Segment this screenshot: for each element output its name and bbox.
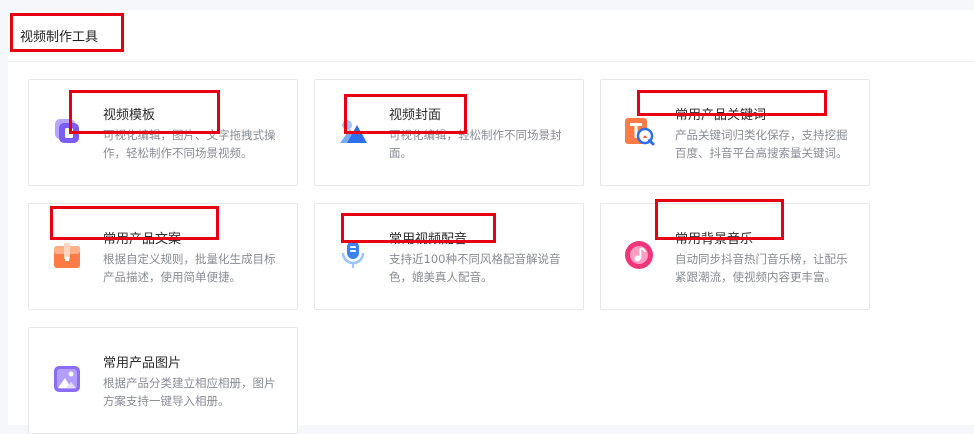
keyword-icon [625,118,655,146]
tool-title: 视频封面 [389,108,442,123]
video-cover-icon [340,120,367,143]
tool-title: 视频模板 [103,108,156,123]
tool-desc: 根据自定义规则，批量化生成目标产品描述，使用简单便捷。 [103,252,276,284]
tool-card-video-voiceover[interactable]: 常用视频配音 支持近100种不同风格配音解说音色，媲美真人配音。 [314,203,584,310]
microphone-icon [341,241,365,268]
tool-title: 常用产品图片 [103,356,182,371]
tool-card-product-keywords[interactable]: 常用产品关键词 产品关键词归类化保存，支持挖掘百度、抖音平台高搜索量关键词。 [600,79,870,186]
tool-card-product-images[interactable]: 常用产品图片 根据产品分类建立相应相册，图片方案支持一键导入相册。 [28,327,298,434]
image-icon [54,366,80,392]
tool-card-video-template[interactable]: 视频模板 可视化编辑，图片、文字拖拽式操作，轻松制作不同场景视频。 [28,79,298,186]
music-icon [625,241,653,269]
tools-panel: 视频制作工具 视频模板 可视化编辑，图片、文字拖拽式操作，轻松制作不同场景视频。… [8,10,974,434]
tool-card-video-cover[interactable]: 视频封面 可视化编辑，轻松制作不同场景封面。 [314,79,584,186]
tool-card-product-copywriting[interactable]: 常用产品文案 根据自定义规则，批量化生成目标产品描述，使用简单便捷。 [28,203,298,310]
panel-header: 视频制作工具 [8,10,974,62]
panel-title: 视频制作工具 [20,30,99,45]
tool-desc: 可视化编辑，轻松制作不同场景封面。 [389,128,562,160]
tool-desc: 支持近100种不同风格配音解说音色，媲美真人配音。 [389,252,561,284]
tool-title: 常用视频配音 [389,232,468,247]
tool-desc: 自动同步抖音热门音乐榜，让配乐紧跟潮流，使视频内容更丰富。 [675,252,848,284]
tool-desc: 可视化编辑，图片、文字拖拽式操作，轻松制作不同场景视频。 [103,128,276,160]
video-template-icon [55,119,79,143]
tool-title: 常用背景音乐 [675,232,754,247]
tool-title: 常用产品文案 [103,232,182,247]
tool-card-background-music[interactable]: 常用背景音乐 自动同步抖音热门音乐榜，让配乐紧跟潮流，使视频内容更丰富。 [600,203,870,310]
copywriting-icon [54,243,80,268]
tool-desc: 根据产品分类建立相应相册，图片方案支持一键导入相册。 [103,376,276,408]
tool-desc: 产品关键词归类化保存，支持挖掘百度、抖音平台高搜索量关键词。 [675,128,848,160]
tool-title: 常用产品关键词 [675,108,767,123]
